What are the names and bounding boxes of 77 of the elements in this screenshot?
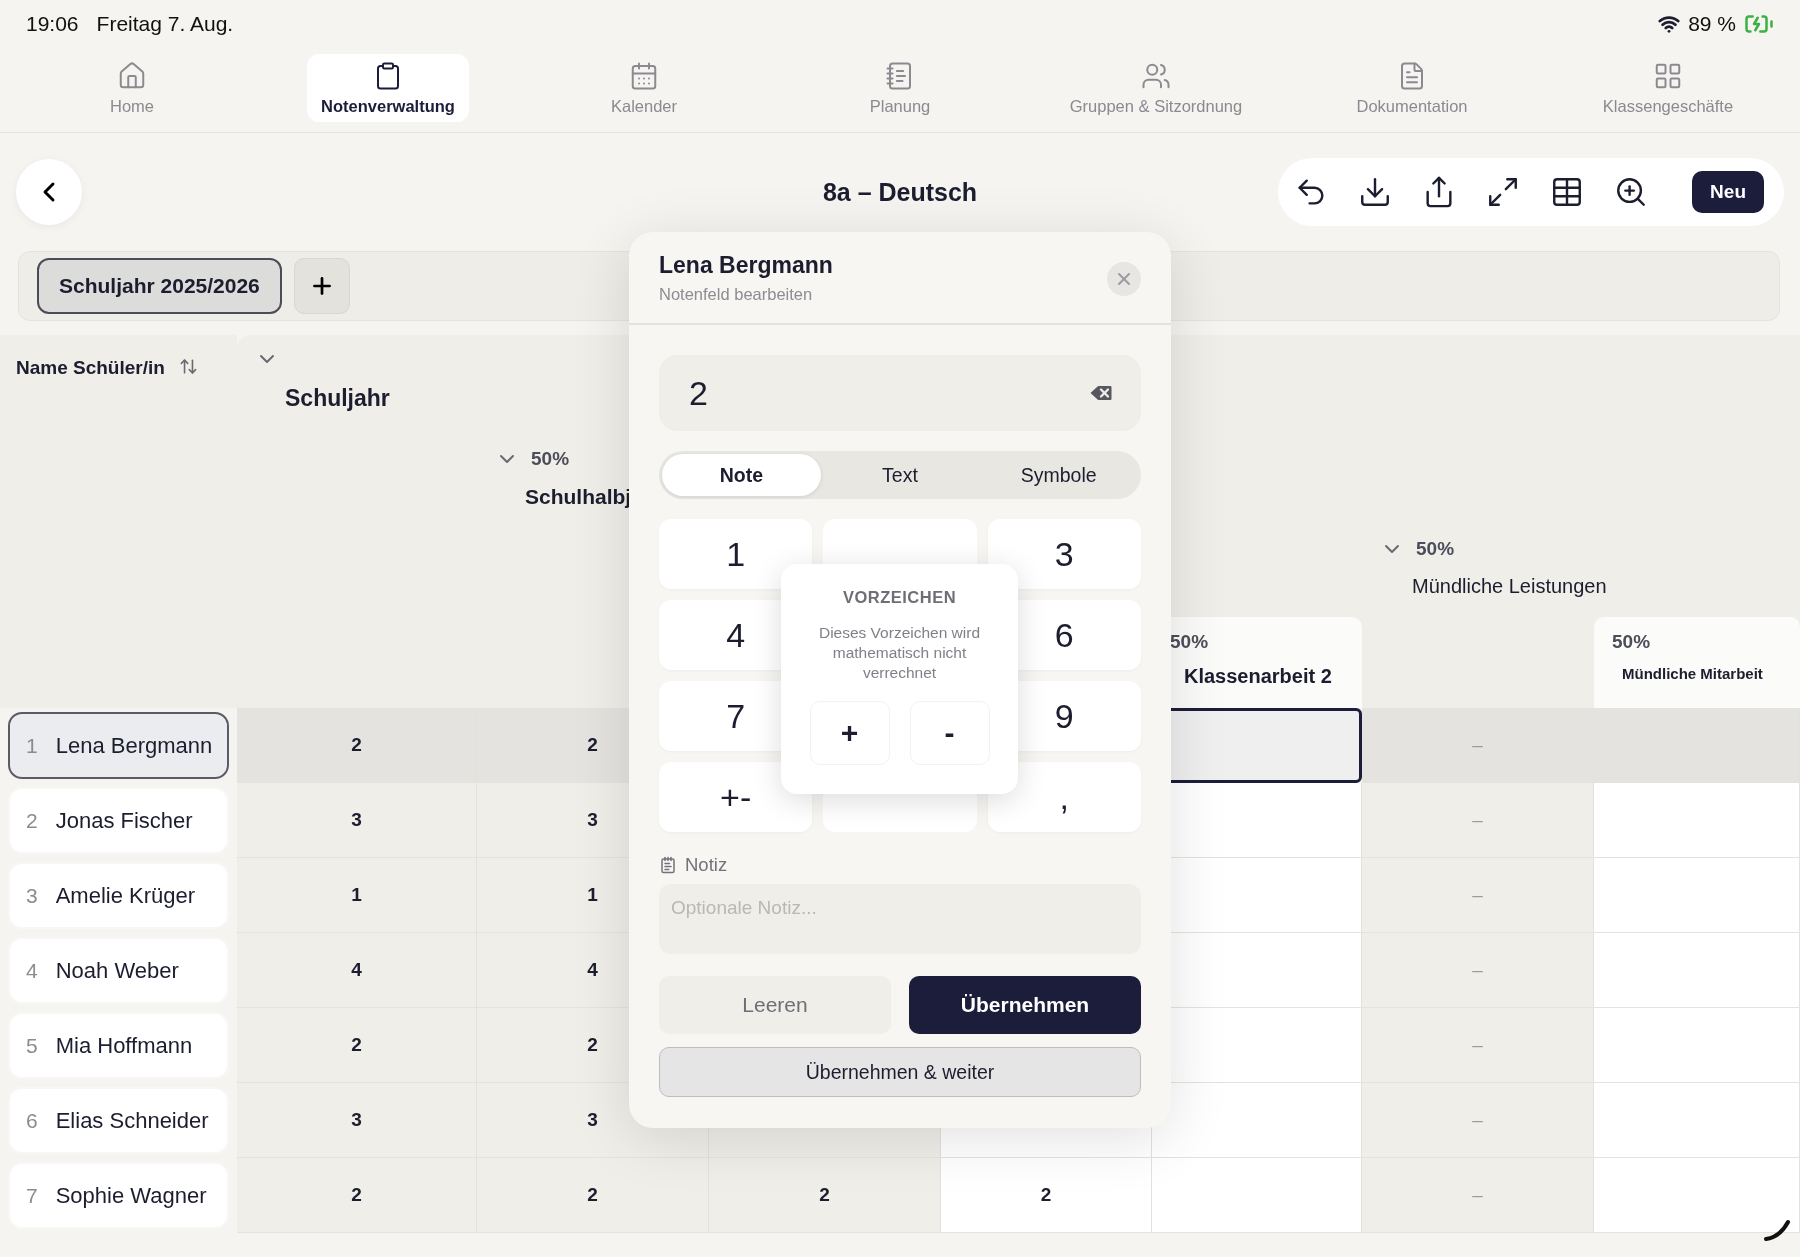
apply-button[interactable]: Übernehmen	[909, 976, 1141, 1034]
note-icon	[659, 856, 677, 874]
student-row[interactable]: 3 Amelie Krüger	[8, 862, 229, 929]
weight-label: 50%	[1416, 538, 1455, 560]
stroke-icon	[1764, 1219, 1790, 1241]
grid-icon	[1653, 61, 1683, 91]
sort-icon[interactable]	[178, 357, 198, 376]
column-header[interactable]: 50% Mündliche Mitarbeit	[1594, 617, 1800, 708]
nav-tab[interactable]: Notenverwaltung	[307, 54, 469, 122]
student-row[interactable]: 1 Lena Bergmann	[8, 712, 229, 779]
battery-percent: 89 %	[1688, 12, 1736, 36]
student-name: Mia Hoffmann	[55, 1032, 193, 1059]
student-row[interactable]: 5 Mia Hoffmann	[8, 1012, 229, 1079]
grade-value: 2	[689, 373, 708, 413]
wifi-icon	[1658, 13, 1681, 35]
student-name: Amelie Krüger	[55, 882, 196, 909]
period-chip[interactable]: Schuljahr 2025/2026	[37, 258, 282, 314]
people-icon	[1141, 61, 1171, 91]
grade-cell[interactable]: 3	[237, 783, 477, 858]
row-number: 7	[26, 1183, 38, 1208]
apply-next-button[interactable]: Übernehmen & weiter	[659, 1047, 1141, 1097]
weight-label: 50%	[531, 448, 570, 470]
clear-button[interactable]: Leeren	[659, 976, 891, 1034]
group-title: Mündliche Leistungen	[1411, 575, 1607, 598]
student-row[interactable]: 6 Elias Schneider	[8, 1087, 229, 1154]
popover-title: VORZEICHEN	[842, 588, 957, 607]
grade-cell[interactable]: 2	[237, 708, 477, 783]
close-button[interactable]	[1107, 262, 1141, 296]
new-button[interactable]: Neu	[1692, 171, 1764, 213]
row-number: 1	[26, 733, 38, 758]
grade-input-field[interactable]: 2	[659, 355, 1141, 431]
keypad-key[interactable]: 3	[987, 519, 1141, 589]
row-number: 2	[26, 808, 38, 833]
calendar-icon	[629, 61, 659, 91]
clock-time: 19:06	[26, 12, 79, 36]
group-title: Schulhalbj	[524, 485, 632, 509]
popover-text: Dieses Vorzeichen wird mathematisch nicht verrechnet	[817, 623, 982, 683]
grade-cell[interactable]: 3	[237, 1083, 477, 1158]
student-name: Elias Schneider	[55, 1107, 209, 1134]
weight-label: 50%	[1170, 631, 1209, 653]
grade-cell[interactable]: 2	[477, 1158, 709, 1233]
page-title: 8a – Deutsch	[822, 177, 978, 206]
mode-tab[interactable]: Symbole	[979, 454, 1138, 496]
row-number: 4	[26, 958, 38, 983]
column-title: Mündliche Mitarbeit	[1621, 665, 1763, 682]
dialog-subtitle: Notenfeld bearbeiten	[659, 285, 814, 304]
student-row[interactable]: 2 Jonas Fischer	[8, 787, 229, 854]
column-title: Klassenarbeit 2	[1183, 665, 1332, 688]
group-title: Schuljahr	[284, 385, 390, 412]
grade-cell[interactable]: 2	[941, 1158, 1152, 1233]
sign-button[interactable]: -	[909, 701, 990, 765]
student-row[interactable]: 7 Sophie Wagner	[8, 1162, 229, 1229]
row-number: 5	[26, 1033, 38, 1058]
student-name: Jonas Fischer	[55, 807, 193, 834]
grade-cell[interactable]: 2	[237, 1158, 477, 1233]
student-name: Lena Bergmann	[55, 732, 213, 759]
sign-button[interactable]: +	[809, 701, 890, 765]
grade-cell[interactable]: 2	[237, 1008, 477, 1083]
grade-cell[interactable]: 2	[709, 1158, 941, 1233]
name-header-label: Name Schüler/in	[16, 357, 165, 379]
add-period-button[interactable]	[293, 258, 350, 314]
keypad-key[interactable]: ,	[987, 762, 1141, 832]
date-text: Freitag 7. Aug.	[96, 12, 234, 36]
row-number: 3	[26, 883, 38, 908]
student-row[interactable]: 4 Noah Weber	[8, 937, 229, 1004]
dialog-title: Lena Bergmann	[659, 252, 833, 279]
student-name: Noah Weber	[55, 957, 179, 984]
mode-tab[interactable]: Note	[662, 454, 821, 496]
grade-cell[interactable]: 4	[237, 933, 477, 1008]
home-icon	[117, 61, 147, 91]
mode-tab[interactable]: Text	[820, 454, 980, 496]
weight-label: 50%	[1612, 631, 1651, 653]
keypad-key[interactable]: 1	[659, 519, 813, 589]
student-name: Sophie Wagner	[55, 1182, 207, 1209]
row-number: 6	[26, 1108, 38, 1133]
keypad-key[interactable]: +-	[659, 762, 813, 832]
grade-cell[interactable]: 1	[237, 858, 477, 933]
